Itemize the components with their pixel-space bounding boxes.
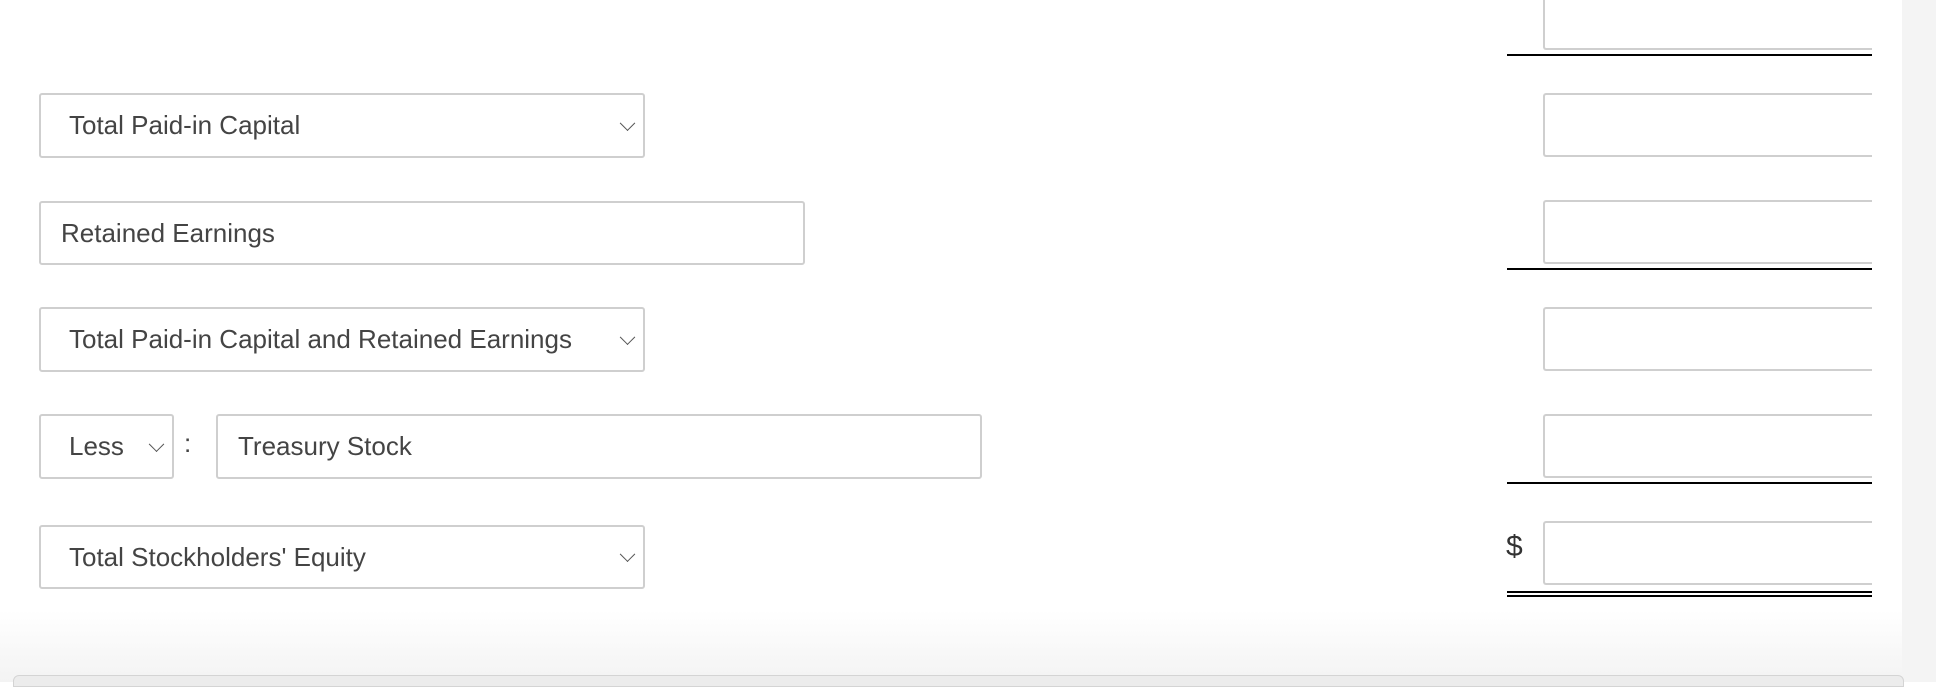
double-rule-top — [1507, 591, 1872, 593]
dollar-sign: $ — [1506, 530, 1523, 563]
subtotal-rule — [1507, 482, 1872, 484]
amount-input-3[interactable] — [1543, 200, 1872, 264]
amount-column: $ — [0, 0, 1872, 682]
amount-input-2[interactable] — [1543, 93, 1872, 157]
double-rule-bottom — [1507, 595, 1872, 597]
amount-input-1[interactable] — [1543, 0, 1872, 50]
subtotal-rule — [1507, 54, 1872, 56]
subtotal-rule — [1507, 268, 1872, 270]
total-amount-input[interactable] — [1543, 521, 1872, 585]
amount-input-4[interactable] — [1543, 307, 1872, 371]
page-gutter — [1902, 0, 1936, 682]
amount-input-5[interactable] — [1543, 414, 1872, 478]
